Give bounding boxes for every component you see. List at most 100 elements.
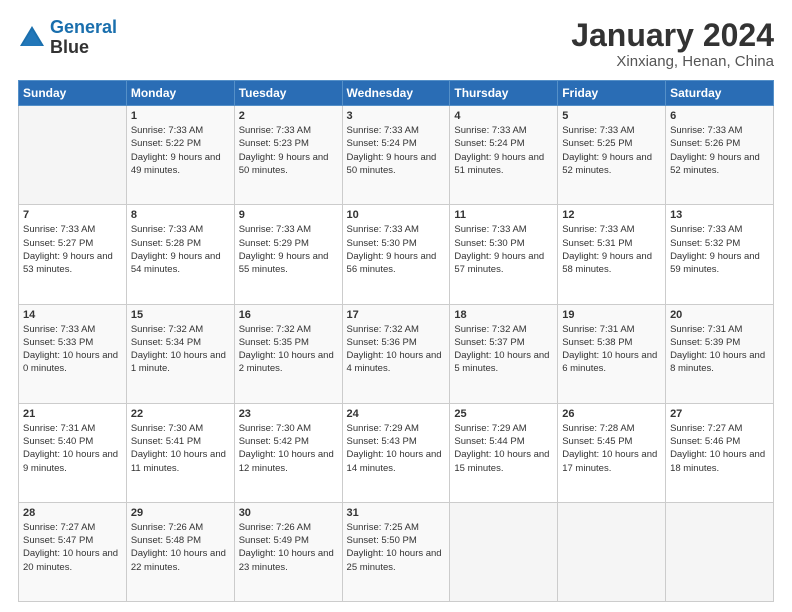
page: General Blue January 2024 Xinxiang, Hena… — [0, 0, 792, 612]
day-number: 2 — [239, 110, 338, 122]
table-row: 7 Sunrise: 7:33 AMSunset: 5:27 PMDaylight… — [19, 205, 127, 304]
day-number: 19 — [562, 309, 661, 321]
day-info: Sunrise: 7:33 AMSunset: 5:25 PMDaylight:… — [562, 124, 661, 177]
day-info: Sunrise: 7:33 AMSunset: 5:28 PMDaylight:… — [131, 223, 230, 276]
table-row: 2Sunrise: 7:33 AMSunset: 5:23 PMDaylight… — [234, 106, 342, 205]
table-row: 30 Sunrise: 7:26 AMSunset: 5:49 PMDayligh… — [234, 502, 342, 601]
day-info: Sunrise: 7:30 AMSunset: 5:41 PMDaylight:… — [131, 422, 230, 475]
day-number: 29 — [131, 507, 230, 519]
col-monday: Monday — [126, 81, 234, 106]
logo-text: General Blue — [50, 18, 117, 58]
day-number: 18 — [454, 309, 553, 321]
day-number: 21 — [23, 408, 122, 420]
table-row: 22 Sunrise: 7:30 AMSunset: 5:41 PMDayligh… — [126, 403, 234, 502]
logo-line2: Blue — [50, 38, 117, 58]
table-row: 13 Sunrise: 7:33 AMSunset: 5:32 PMDayligh… — [666, 205, 774, 304]
day-number: 27 — [670, 408, 769, 420]
calendar-table: Sunday Monday Tuesday Wednesday Thursday… — [18, 80, 774, 602]
location-subtitle: Xinxiang, Henan, China — [571, 53, 774, 70]
table-row: 16 Sunrise: 7:32 AMSunset: 5:35 PMDayligh… — [234, 304, 342, 403]
calendar-week-1: 1 Sunrise: 7:33 AMSunset: 5:22 PMDaylight… — [19, 106, 774, 205]
day-number: 31 — [347, 507, 446, 519]
col-tuesday: Tuesday — [234, 81, 342, 106]
day-number: 23 — [239, 408, 338, 420]
table-row: 14Sunrise: 7:33 AMSunset: 5:33 PMDayligh… — [19, 304, 127, 403]
month-title: January 2024 — [571, 18, 774, 53]
day-number: 30 — [239, 507, 338, 519]
day-info: Sunrise: 7:31 AMSunset: 5:40 PMDaylight:… — [23, 422, 122, 475]
table-row: 10 Sunrise: 7:33 AMSunset: 5:30 PMDayligh… — [342, 205, 450, 304]
day-info: Sunrise: 7:33 AMSunset: 5:22 PMDaylight:… — [131, 124, 230, 177]
day-number: 1 — [131, 110, 230, 122]
logo: General Blue — [18, 18, 117, 58]
calendar-week-3: 14Sunrise: 7:33 AMSunset: 5:33 PMDayligh… — [19, 304, 774, 403]
table-row: 27 Sunrise: 7:27 AMSunset: 5:46 PMDayligh… — [666, 403, 774, 502]
table-row: 17Sunrise: 7:32 AMSunset: 5:36 PMDayligh… — [342, 304, 450, 403]
day-number: 26 — [562, 408, 661, 420]
calendar-week-5: 28 Sunrise: 7:27 AMSunset: 5:47 PMDayligh… — [19, 502, 774, 601]
day-info: Sunrise: 7:29 AMSunset: 5:43 PMDaylight:… — [347, 422, 446, 475]
day-number: 12 — [562, 209, 661, 221]
table-row: 1 Sunrise: 7:33 AMSunset: 5:22 PMDaylight… — [126, 106, 234, 205]
calendar-week-4: 21 Sunrise: 7:31 AMSunset: 5:40 PMDayligh… — [19, 403, 774, 502]
day-info: Sunrise: 7:28 AMSunset: 5:45 PMDaylight:… — [562, 422, 661, 475]
day-number: 16 — [239, 309, 338, 321]
table-row: 11Sunrise: 7:33 AMSunset: 5:30 PMDayligh… — [450, 205, 558, 304]
day-info: Sunrise: 7:33 AMSunset: 5:31 PMDaylight:… — [562, 223, 661, 276]
table-row: 20Sunrise: 7:31 AMSunset: 5:39 PMDayligh… — [666, 304, 774, 403]
table-row: 18 Sunrise: 7:32 AMSunset: 5:37 PMDayligh… — [450, 304, 558, 403]
day-info: Sunrise: 7:33 AMSunset: 5:33 PMDaylight:… — [23, 323, 122, 376]
day-number: 24 — [347, 408, 446, 420]
col-thursday: Thursday — [450, 81, 558, 106]
day-info: Sunrise: 7:27 AMSunset: 5:46 PMDaylight:… — [670, 422, 769, 475]
day-info: Sunrise: 7:33 AMSunset: 5:24 PMDaylight:… — [347, 124, 446, 177]
day-number: 13 — [670, 209, 769, 221]
table-row — [450, 502, 558, 601]
table-row: 29 Sunrise: 7:26 AMSunset: 5:48 PMDayligh… — [126, 502, 234, 601]
day-number: 22 — [131, 408, 230, 420]
logo-icon — [18, 24, 46, 52]
day-number: 10 — [347, 209, 446, 221]
day-info: Sunrise: 7:33 AMSunset: 5:24 PMDaylight:… — [454, 124, 553, 177]
logo-line1: General — [50, 17, 117, 37]
table-row: 21 Sunrise: 7:31 AMSunset: 5:40 PMDayligh… — [19, 403, 127, 502]
day-info: Sunrise: 7:29 AMSunset: 5:44 PMDaylight:… — [454, 422, 553, 475]
day-info: Sunrise: 7:33 AMSunset: 5:32 PMDaylight:… — [670, 223, 769, 276]
day-info: Sunrise: 7:27 AMSunset: 5:47 PMDaylight:… — [23, 521, 122, 574]
table-row: 6 Sunrise: 7:33 AMSunset: 5:26 PMDaylight… — [666, 106, 774, 205]
table-row: 25Sunrise: 7:29 AMSunset: 5:44 PMDayligh… — [450, 403, 558, 502]
day-info: Sunrise: 7:26 AMSunset: 5:48 PMDaylight:… — [131, 521, 230, 574]
day-info: Sunrise: 7:33 AMSunset: 5:30 PMDaylight:… — [347, 223, 446, 276]
day-number: 6 — [670, 110, 769, 122]
day-info: Sunrise: 7:33 AMSunset: 5:29 PMDaylight:… — [239, 223, 338, 276]
table-row: 24 Sunrise: 7:29 AMSunset: 5:43 PMDayligh… — [342, 403, 450, 502]
day-number: 7 — [23, 209, 122, 221]
table-row — [666, 502, 774, 601]
table-row — [558, 502, 666, 601]
title-block: January 2024 Xinxiang, Henan, China — [571, 18, 774, 70]
header-row: Sunday Monday Tuesday Wednesday Thursday… — [19, 81, 774, 106]
day-number: 11 — [454, 209, 553, 221]
day-info: Sunrise: 7:33 AMSunset: 5:26 PMDaylight:… — [670, 124, 769, 177]
table-row: 12 Sunrise: 7:33 AMSunset: 5:31 PMDayligh… — [558, 205, 666, 304]
day-info: Sunrise: 7:26 AMSunset: 5:49 PMDaylight:… — [239, 521, 338, 574]
col-wednesday: Wednesday — [342, 81, 450, 106]
day-info: Sunrise: 7:32 AMSunset: 5:37 PMDaylight:… — [454, 323, 553, 376]
day-info: Sunrise: 7:31 AMSunset: 5:39 PMDaylight:… — [670, 323, 769, 376]
table-row: 26 Sunrise: 7:28 AMSunset: 5:45 PMDayligh… — [558, 403, 666, 502]
day-number: 4 — [454, 110, 553, 122]
col-friday: Friday — [558, 81, 666, 106]
day-number: 3 — [347, 110, 446, 122]
table-row: 23 Sunrise: 7:30 AMSunset: 5:42 PMDayligh… — [234, 403, 342, 502]
day-number: 9 — [239, 209, 338, 221]
day-info: Sunrise: 7:33 AMSunset: 5:27 PMDaylight:… — [23, 223, 122, 276]
calendar-week-2: 7 Sunrise: 7:33 AMSunset: 5:27 PMDaylight… — [19, 205, 774, 304]
table-row: 15Sunrise: 7:32 AMSunset: 5:34 PMDayligh… — [126, 304, 234, 403]
day-info: Sunrise: 7:30 AMSunset: 5:42 PMDaylight:… — [239, 422, 338, 475]
day-number: 5 — [562, 110, 661, 122]
table-row — [19, 106, 127, 205]
day-info: Sunrise: 7:32 AMSunset: 5:34 PMDaylight:… — [131, 323, 230, 376]
day-number: 28 — [23, 507, 122, 519]
day-info: Sunrise: 7:32 AMSunset: 5:35 PMDaylight:… — [239, 323, 338, 376]
day-number: 17 — [347, 309, 446, 321]
